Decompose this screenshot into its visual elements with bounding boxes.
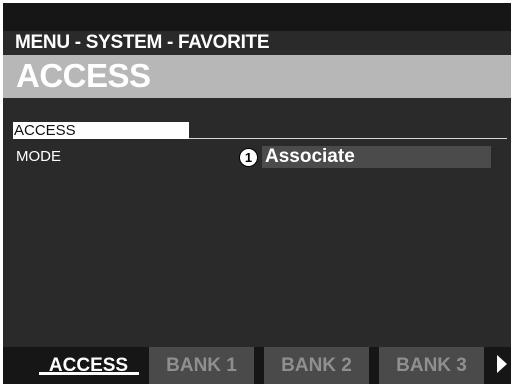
mode-value-field[interactable]: Associate	[262, 146, 491, 168]
tab-bank-2[interactable]: BANK 2	[264, 347, 369, 384]
display-screen: MENU - SYSTEM - FAVORITE ACCESS ACCESS M…	[3, 3, 511, 384]
active-tab-underline	[39, 372, 139, 375]
play-arrow-right-icon[interactable]	[497, 355, 507, 373]
section-divider	[189, 138, 507, 139]
callout-number-icon: 1	[239, 148, 258, 167]
page-title: ACCESS	[16, 57, 151, 94]
tabs-bar: ACCESS BANK 1 BANK 2 BANK 3	[3, 347, 511, 384]
breadcrumb: MENU - SYSTEM - FAVORITE	[15, 32, 270, 53]
title-band: ACCESS	[3, 55, 511, 98]
section-header-label: ACCESS	[14, 122, 76, 139]
tab-bank-3[interactable]: BANK 3	[379, 347, 484, 384]
section-header: ACCESS	[13, 122, 189, 139]
mode-value: Associate	[265, 146, 355, 167]
tab-access[interactable]: ACCESS	[36, 347, 141, 384]
top-bar	[3, 3, 511, 31]
mode-param-label: MODE	[16, 148, 61, 165]
tab-bank-1[interactable]: BANK 1	[149, 347, 254, 384]
